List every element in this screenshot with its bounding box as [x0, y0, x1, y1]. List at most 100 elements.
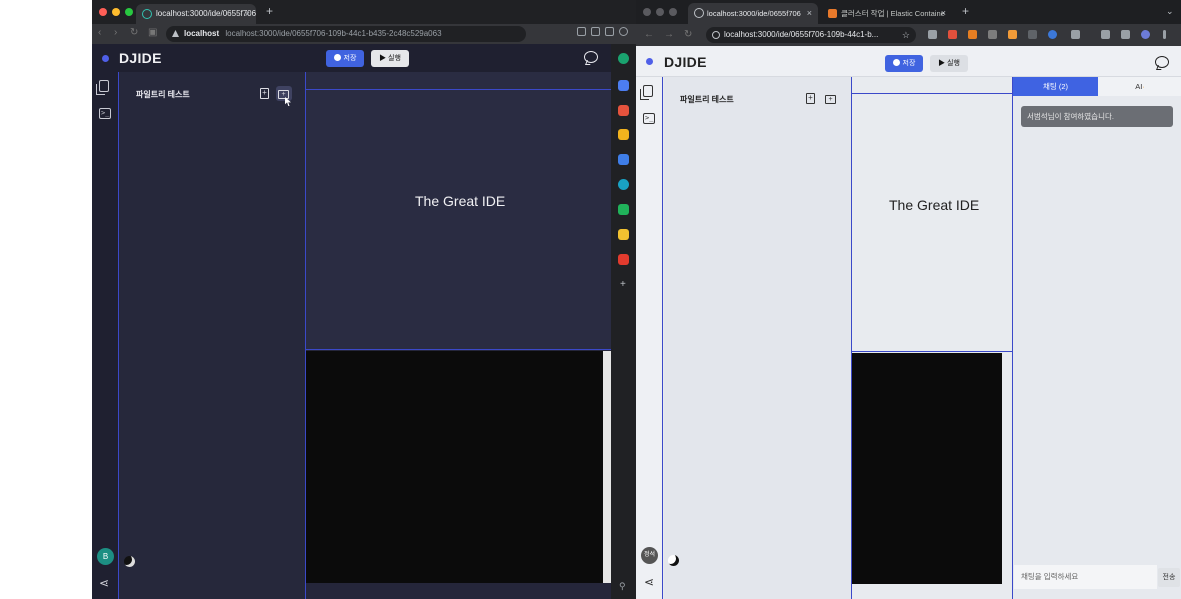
extension-icon[interactable]: [968, 30, 977, 39]
back-icon[interactable]: ‹: [98, 27, 101, 38]
close-window-button[interactable]: [99, 8, 107, 16]
chat-input[interactable]: 채팅을 입력하세요: [1014, 565, 1157, 589]
tab-chat[interactable]: 채팅 (2): [1013, 77, 1098, 96]
browser-tab[interactable]: localhost:3000/ide/0655f706 ×: [136, 4, 256, 24]
files-icon[interactable]: [640, 85, 653, 100]
menu-icon[interactable]: [1163, 30, 1166, 39]
add-app-icon[interactable]: +: [620, 279, 626, 290]
chat-icon[interactable]: [584, 51, 598, 63]
close-tab-icon[interactable]: ×: [807, 3, 812, 24]
new-file-icon[interactable]: +: [260, 88, 269, 99]
share-icon[interactable]: ⋖: [99, 576, 109, 590]
terminal-panel[interactable]: [306, 351, 603, 583]
tab-search-icon[interactable]: ▣: [148, 27, 157, 38]
extension-icon[interactable]: [948, 30, 957, 39]
run-button[interactable]: ▶ 실행: [371, 50, 409, 67]
extension-icon[interactable]: [988, 30, 997, 39]
minimize-window-button[interactable]: [656, 8, 664, 16]
tab-list-icon[interactable]: ⌄: [1166, 6, 1174, 17]
app-header: DJIDE 저장 ▶ 실행: [636, 46, 1181, 77]
pin-icon[interactable]: ⚲: [619, 581, 626, 592]
dock-app-icon[interactable]: [618, 105, 629, 116]
extension-icon[interactable]: [928, 30, 937, 39]
download-icon[interactable]: [1101, 30, 1110, 39]
extensions-bar: [577, 27, 628, 36]
save-label: 저장: [902, 60, 916, 67]
new-folder-icon[interactable]: +: [825, 95, 836, 104]
dock-app-icon[interactable]: [618, 129, 629, 140]
address-bar[interactable]: localhost:3000/ide/0655f706-109b-44c1-b.…: [706, 27, 916, 43]
check-icon: [892, 59, 900, 66]
back-icon[interactable]: ←: [644, 29, 654, 40]
extension-icon[interactable]: [577, 27, 586, 36]
save-button[interactable]: 저장: [326, 50, 364, 67]
side-panel-icon[interactable]: [1121, 30, 1130, 39]
browser-tab[interactable]: 클러스터 작업 | Elastic Containe ×: [822, 3, 952, 24]
reload-icon[interactable]: ↻: [684, 29, 692, 40]
code-editor[interactable]: The Great IDE: [306, 72, 611, 350]
ai-indicator-icon: ·: [1142, 82, 1145, 91]
explorer-title: 파일트리 테스트: [136, 90, 190, 99]
logo-icon: [102, 55, 109, 62]
files-icon[interactable]: [96, 80, 109, 95]
close-tab-icon[interactable]: ×: [941, 3, 946, 24]
forward-icon[interactable]: ›: [114, 27, 117, 38]
save-button[interactable]: 저장: [885, 55, 923, 72]
play-icon: ▶: [938, 60, 948, 67]
code-editor[interactable]: The Great IDE: [852, 77, 1012, 352]
file-explorer: 파일트리 테스트 + +: [120, 72, 306, 599]
dark-mode-icon[interactable]: [124, 556, 135, 567]
tab-title: localhost:3000/ide/0655f706: [156, 9, 256, 18]
new-tab-button[interactable]: +: [962, 4, 969, 18]
dock-app-icon[interactable]: [618, 154, 629, 165]
star-icon[interactable]: ☆: [902, 27, 910, 43]
editor-tab-line: [306, 89, 611, 90]
tab-ai[interactable]: AI·: [1098, 77, 1181, 96]
terminal-icon[interactable]: >_: [643, 113, 655, 124]
extension-icon[interactable]: [1028, 30, 1037, 39]
dock-app-icon[interactable]: [618, 204, 629, 215]
maximize-window-button[interactable]: [125, 8, 133, 16]
extension-icon[interactable]: [1048, 30, 1057, 39]
dark-mode-icon[interactable]: [668, 555, 679, 566]
dock-app-icon[interactable]: [618, 179, 629, 190]
terminal-icon[interactable]: >_: [99, 108, 111, 119]
new-tab-button[interactable]: +: [266, 4, 273, 18]
close-window-button[interactable]: [643, 8, 651, 16]
run-label: 실행: [388, 55, 401, 62]
avatar[interactable]: 정석: [641, 547, 658, 564]
extension-icon[interactable]: [591, 27, 600, 36]
extension-icon[interactable]: [605, 27, 614, 36]
profile-icon[interactable]: [1141, 30, 1150, 39]
dock-app-icon[interactable]: [618, 254, 629, 265]
forward-icon[interactable]: →: [664, 29, 674, 40]
reload-icon[interactable]: ↻: [130, 27, 138, 38]
new-file-icon[interactable]: +: [806, 93, 815, 104]
terminal-panel[interactable]: [852, 353, 1002, 584]
logo-icon: [646, 58, 653, 65]
address-bar[interactable]: localhost localhost:3000/ide/0655f706-10…: [166, 26, 526, 42]
explorer-title: 파일트리 테스트: [680, 95, 734, 104]
new-folder-icon[interactable]: +: [278, 90, 289, 99]
profile-icon[interactable]: [619, 27, 628, 36]
share-icon[interactable]: ⋖: [644, 575, 654, 589]
play-icon: ▶: [379, 55, 389, 62]
extension-icon[interactable]: [1071, 30, 1080, 39]
minimize-window-button[interactable]: [112, 8, 120, 16]
send-button[interactable]: 전송: [1158, 568, 1180, 587]
dock-app-icon[interactable]: [618, 80, 629, 91]
editor-placeholder-title: The Great IDE: [415, 193, 506, 209]
chat-icon[interactable]: [1155, 56, 1169, 68]
extension-icon[interactable]: [1008, 30, 1017, 39]
dock-app-icon[interactable]: [618, 53, 629, 64]
browser-tab[interactable]: localhost:3000/ide/0655f706 ×: [688, 3, 818, 24]
dock-app-icon[interactable]: [618, 229, 629, 240]
file-explorer: 파일트리 테스트 + +: [664, 77, 852, 599]
close-tab-icon[interactable]: ×: [245, 4, 250, 24]
chat-message: 서범석님이 참여하였습니다.: [1021, 106, 1173, 127]
terminal-scrollbar[interactable]: [603, 351, 611, 583]
run-button[interactable]: ▶ 실행: [930, 55, 968, 72]
maximize-window-button[interactable]: [669, 8, 677, 16]
avatar[interactable]: B: [97, 548, 114, 565]
tab-title: localhost:3000/ide/0655f706: [707, 9, 801, 18]
